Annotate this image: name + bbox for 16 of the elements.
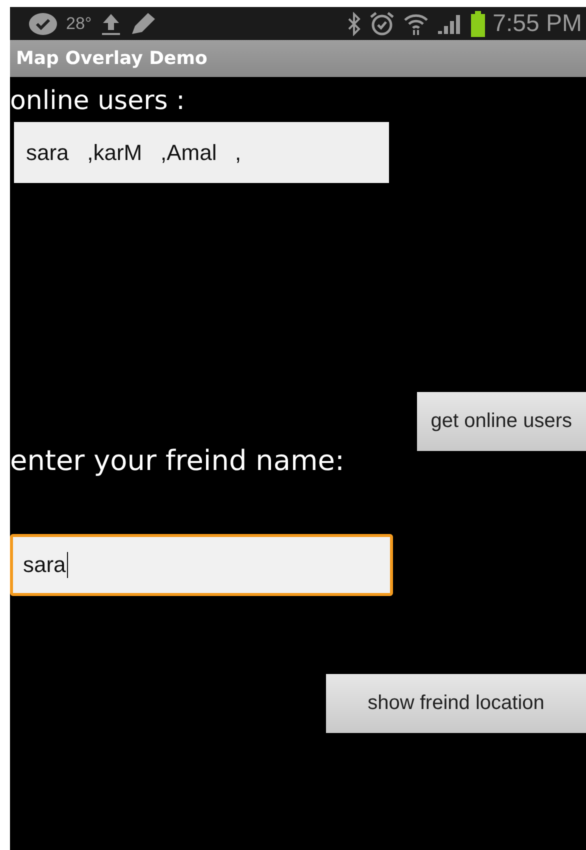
- battery-icon: [470, 10, 485, 36]
- pencil-icon: [130, 12, 158, 36]
- friend-name-field[interactable]: sara: [10, 534, 393, 596]
- wifi-icon: [402, 12, 429, 36]
- clock-time: 7:55 PM: [492, 10, 582, 38]
- online-users-field[interactable]: sara ,karM ,Amal ,: [14, 122, 389, 183]
- get-online-users-button[interactable]: get online users: [416, 392, 586, 451]
- show-friend-location-button[interactable]: show freind location: [326, 674, 586, 733]
- temperature-text: 28°: [66, 14, 92, 34]
- friend-name-label: enter your freind name:: [10, 443, 344, 479]
- online-users-label: online users :: [10, 85, 185, 118]
- app-title: Map Overlay Demo: [16, 48, 208, 69]
- upload-icon: [100, 12, 122, 36]
- bluetooth-icon: [346, 12, 361, 36]
- alarm-clock-icon: [368, 10, 395, 36]
- chat-check-icon: [28, 12, 58, 36]
